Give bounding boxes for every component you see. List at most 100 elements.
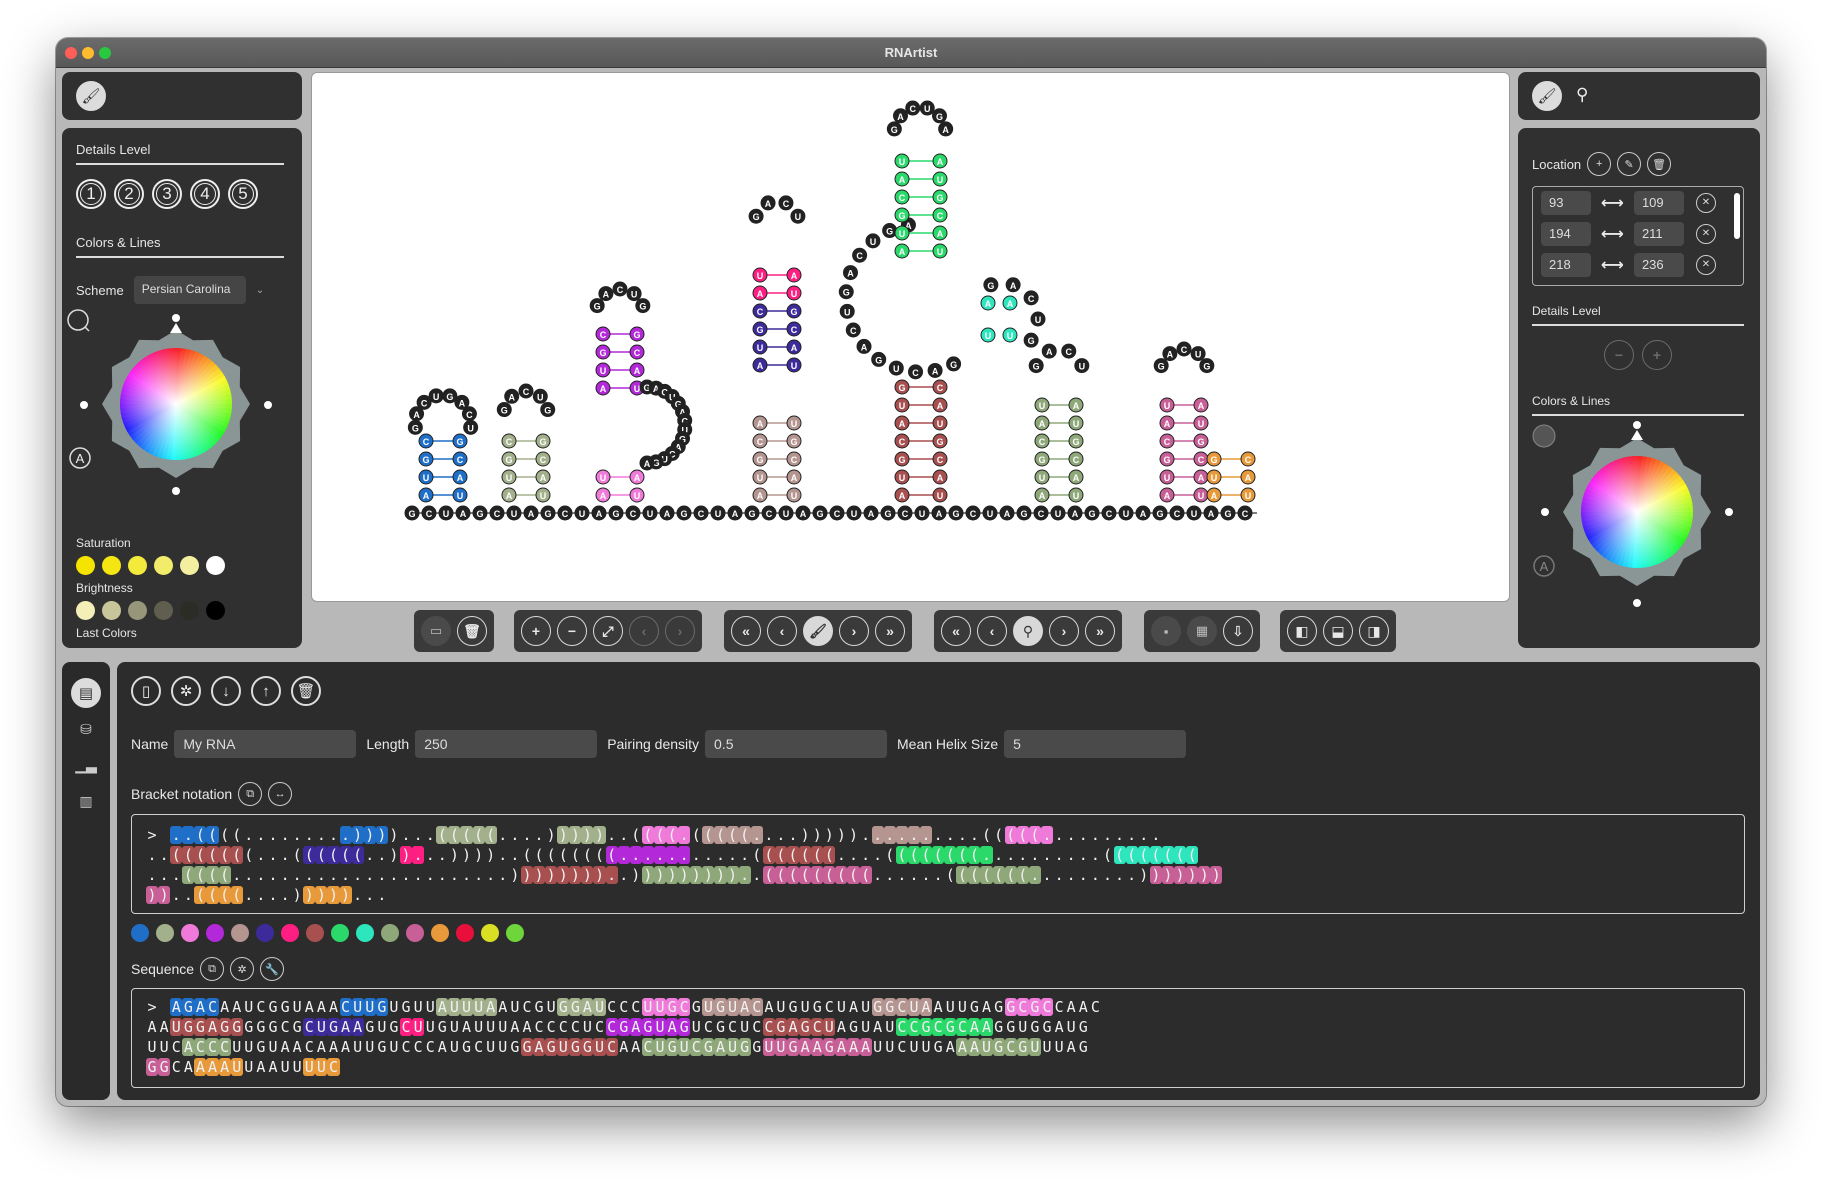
next-layout-button[interactable]: › [1049,616,1079,646]
color-swatch[interactable] [102,601,121,620]
drawing-canvas[interactable]: GCUAGCUAGCUAGCUAGCUAGCUAGCUAGCUAGCUAGCUA… [311,72,1510,602]
previous-layout-button[interactable]: ‹ [977,616,1007,646]
wrench-icon[interactable]: 🔧 [260,957,285,981]
color-swatch[interactable] [206,924,224,942]
trash-button[interactable]: 🗑 [457,616,487,646]
add-location-button[interactable]: + [1587,152,1612,176]
color-swatch[interactable] [76,556,95,575]
random-icon[interactable]: ✲ [230,957,255,981]
location-to[interactable]: 236 [1633,252,1684,277]
grid-icon[interactable]: ▦ [1187,616,1217,646]
save-icon[interactable]: ▪ [1151,616,1181,646]
location-to[interactable]: 211 [1633,221,1684,246]
remove-location-button[interactable]: ✕ [1695,223,1716,244]
paintbrush-icon[interactable]: 🖌 [1532,81,1562,111]
scheme-select[interactable]: Persian Carolina [133,276,246,304]
location-from[interactable]: 93 [1541,190,1591,215]
location-from[interactable]: 194 [1541,221,1591,246]
folder-icon[interactable]: ▭ [421,616,451,646]
new-document-button[interactable]: ▯ [131,676,161,706]
color-swatch[interactable] [381,924,399,942]
layout-icon[interactable]: ⚲ [1013,616,1043,646]
copy-icon[interactable]: ⧉ [238,782,263,806]
zoom-out-button[interactable]: − [557,616,587,646]
color-swatch[interactable] [431,924,449,942]
database-icon[interactable]: ⛁ [71,714,101,744]
color-swatch[interactable] [128,556,147,575]
location-to[interactable]: 109 [1633,190,1684,215]
color-swatch[interactable] [180,601,199,620]
download-button[interactable]: ↓ [211,676,241,706]
color-wheel[interactable]: A [1522,414,1754,644]
color-swatch[interactable] [128,601,147,620]
level-4-button[interactable]: 4 [190,179,220,209]
toggle-left-panel-button[interactable]: ◧ [1287,616,1317,646]
chart-icon[interactable]: ▁▃ [71,750,101,780]
random-rna-button[interactable]: ✲ [171,676,201,706]
paintbrush-icon[interactable]: 🖌 [803,616,833,646]
color-swatch[interactable] [102,556,121,575]
color-swatch[interactable] [156,924,174,942]
rna-structure-drawing[interactable]: GCUAGCUAGCUAGCUAGCUAGCUAGCUAGCUAGCUAGCUA… [312,73,1510,602]
copy-icon[interactable]: ⧉ [200,957,225,981]
wheel-pointer[interactable] [170,323,182,333]
color-swatch[interactable] [281,924,299,942]
color-wheel[interactable]: A [66,308,298,518]
remove-location-button[interactable]: ✕ [1695,254,1716,275]
increase-detail-button[interactable]: + [1642,340,1672,370]
location-from[interactable]: 218 [1541,252,1591,277]
color-swatch[interactable] [506,924,524,942]
paintbrush-icon[interactable]: 🖌 [76,81,106,111]
toggle-right-panel-button[interactable]: ◨ [1359,616,1389,646]
color-swatch[interactable] [406,924,424,942]
toggle-bottom-panel-button[interactable]: ⬓ [1323,616,1353,646]
bracket-notation-box[interactable]: > ..((((.........))))...(((((....)))))..… [131,814,1745,914]
chevron-down-icon[interactable]: ⌄ [256,285,264,296]
level-3-button[interactable]: 3 [152,179,182,209]
level-2-button[interactable]: 2 [114,179,144,209]
name-field[interactable]: My RNA [174,730,357,758]
color-swatch[interactable] [154,556,173,575]
color-swatch[interactable] [206,556,225,575]
eyedropper-icon[interactable] [1532,424,1556,448]
delete-location-button[interactable]: 🗑 [1647,152,1672,176]
mean-helix-size-field[interactable]: 5 [1004,730,1187,758]
length-field[interactable]: 250 [415,730,598,758]
last-layout-button[interactable]: » [1085,616,1115,646]
swap-icon[interactable]: ↔ [268,782,293,806]
level-1-button[interactable]: 1 [76,179,106,209]
level-5-button[interactable]: 5 [228,179,258,209]
last-theme-button[interactable]: » [875,616,905,646]
zoom-in-button[interactable]: + [521,616,551,646]
color-palette[interactable] [131,924,531,942]
decrease-detail-button[interactable]: − [1604,340,1634,370]
color-swatch[interactable] [154,601,173,620]
wheel-letter[interactable]: A [76,451,85,466]
sequence-box[interactable]: > AGACAAUCGGUAAACUUGUGUUAUUUAAUCGUGGAUCC… [131,988,1745,1088]
saturation-swatches[interactable] [76,556,232,575]
export-file-button[interactable]: ⇩ [1223,616,1253,646]
previous-theme-button[interactable]: ‹ [767,616,797,646]
color-swatch[interactable] [76,601,95,620]
color-swatch[interactable] [356,924,374,942]
color-swatch[interactable] [181,924,199,942]
first-layout-button[interactable]: « [941,616,971,646]
color-swatch[interactable] [231,924,249,942]
wheel-pointer[interactable] [1631,430,1643,440]
color-swatch[interactable] [456,924,474,942]
undo-button[interactable]: ‹ [629,616,659,646]
remove-location-button[interactable]: ✕ [1695,192,1716,213]
delete-button[interactable]: 🗑 [291,676,321,706]
color-swatch[interactable] [481,924,499,942]
upload-button[interactable]: ↑ [251,676,281,706]
next-theme-button[interactable]: › [839,616,869,646]
first-theme-button[interactable]: « [731,616,761,646]
color-swatch[interactable] [206,601,225,620]
brightness-swatches[interactable] [76,601,232,620]
color-swatch[interactable] [180,556,199,575]
color-swatch[interactable] [256,924,274,942]
color-swatch[interactable] [306,924,324,942]
scrollbar[interactable] [1734,193,1740,239]
color-swatch[interactable] [331,924,349,942]
fit-screen-button[interactable]: ⤢ [593,616,623,646]
